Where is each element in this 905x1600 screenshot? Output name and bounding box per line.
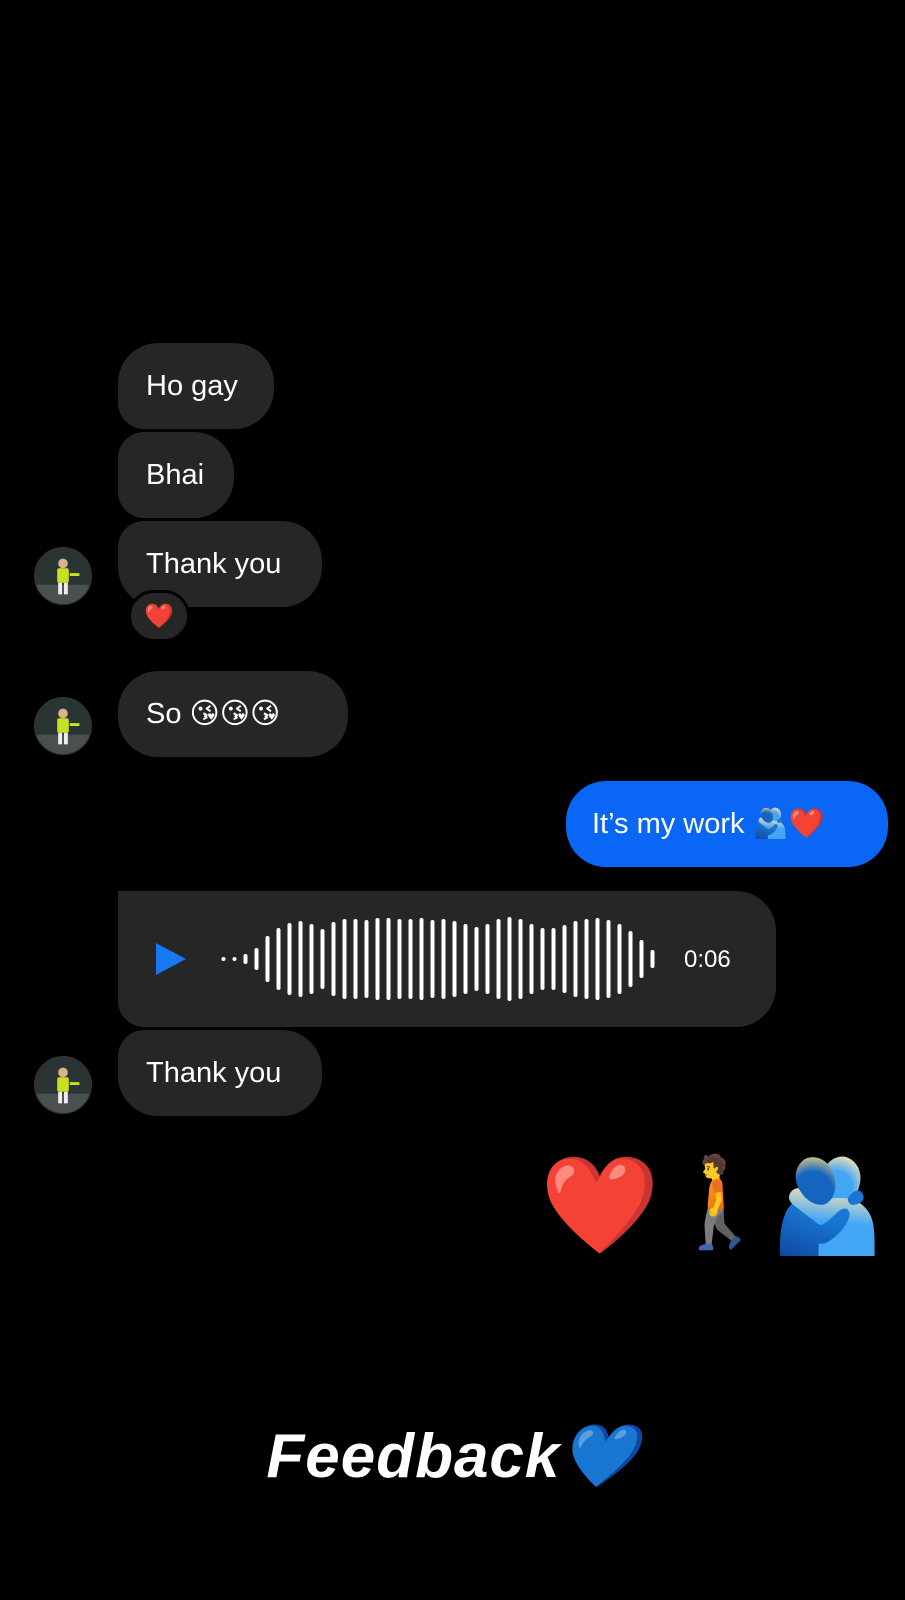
message-bubble-outgoing[interactable]: It’s my work 🫂❤️: [566, 781, 888, 867]
waveform-bar: [221, 957, 226, 961]
waveform-bar: [628, 931, 633, 987]
message-text: Thank you: [146, 547, 282, 580]
waveform-bar: [331, 922, 336, 996]
message-text: Ho gay: [146, 369, 238, 402]
waveform-bar: [243, 954, 248, 964]
waveform-bar: [353, 919, 358, 999]
message-text: So 😘😘😘: [146, 697, 281, 730]
waveform-bar: [507, 917, 512, 1001]
waveform-bar: [496, 919, 501, 999]
avatar[interactable]: [34, 1056, 92, 1114]
waveform-bar: [606, 920, 611, 998]
waveform-bar: [595, 918, 600, 1000]
avatar-image: [35, 1057, 91, 1113]
avatar-image: [35, 548, 91, 604]
waveform-bar: [430, 920, 435, 998]
waveform-bar: [529, 924, 534, 994]
message-bubble-incoming[interactable]: Ho gay: [118, 343, 274, 429]
message-text: It’s my work 🫂❤️: [592, 807, 825, 840]
avatar[interactable]: [34, 697, 92, 755]
waveform-bar: [485, 924, 490, 994]
waveform-bar: [650, 950, 655, 968]
waveform-bar: [463, 924, 468, 994]
waveform-bar: [518, 919, 523, 999]
waveform-bar: [265, 936, 270, 982]
avatar-image: [35, 698, 91, 754]
waveform-bar: [342, 919, 347, 999]
waveform-bar: [474, 927, 479, 991]
waveform-bar: [573, 921, 578, 997]
waveform-bar: [408, 919, 413, 999]
message-reaction[interactable]: ❤️: [128, 590, 190, 642]
waveform-bar: [309, 924, 314, 994]
waveform-bar: [375, 918, 380, 1000]
heart-icon: ❤️: [540, 1152, 660, 1259]
hugging-people-icon: 🫂: [770, 1155, 885, 1257]
voice-duration: 0:06: [684, 946, 731, 973]
avatar[interactable]: [34, 547, 92, 605]
waveform-bar: [562, 925, 567, 993]
waveform-bar: [364, 920, 369, 998]
waveform-bar: [639, 940, 644, 978]
walking-person-icon: 🚶: [665, 1152, 775, 1251]
waveform-bar: [232, 957, 237, 961]
waveform-bar: [298, 921, 303, 997]
waveform-bar: [540, 928, 545, 990]
caption-feedback: Feedback💙: [266, 1422, 639, 1491]
waveform-bar: [419, 918, 424, 1000]
waveform-bar: [320, 929, 325, 989]
waveform-bar: [254, 948, 259, 970]
message-text: Thank you: [146, 1056, 282, 1089]
message-text: Bhai: [146, 458, 205, 491]
message-bubble-incoming[interactable]: So 😘😘😘: [118, 671, 348, 757]
waveform-bar: [386, 918, 391, 1000]
message-bubble-incoming[interactable]: Bhai: [118, 432, 234, 518]
waveform-bar: [551, 928, 556, 990]
voice-message-bubble[interactable]: 0:06: [118, 891, 776, 1027]
waveform-bar: [287, 923, 292, 995]
play-icon[interactable]: [154, 941, 188, 977]
waveform-bar: [452, 921, 457, 997]
waveform-bar: [441, 919, 446, 999]
waveform-bar: [584, 919, 589, 999]
message-bubble-incoming[interactable]: Thank you: [118, 1030, 322, 1116]
waveform-bar: [276, 928, 281, 990]
waveform-bar: [397, 919, 402, 999]
waveform-bar: [617, 924, 622, 994]
waveform[interactable]: [218, 917, 658, 1001]
heart-reaction-icon: ❤️: [144, 602, 174, 630]
